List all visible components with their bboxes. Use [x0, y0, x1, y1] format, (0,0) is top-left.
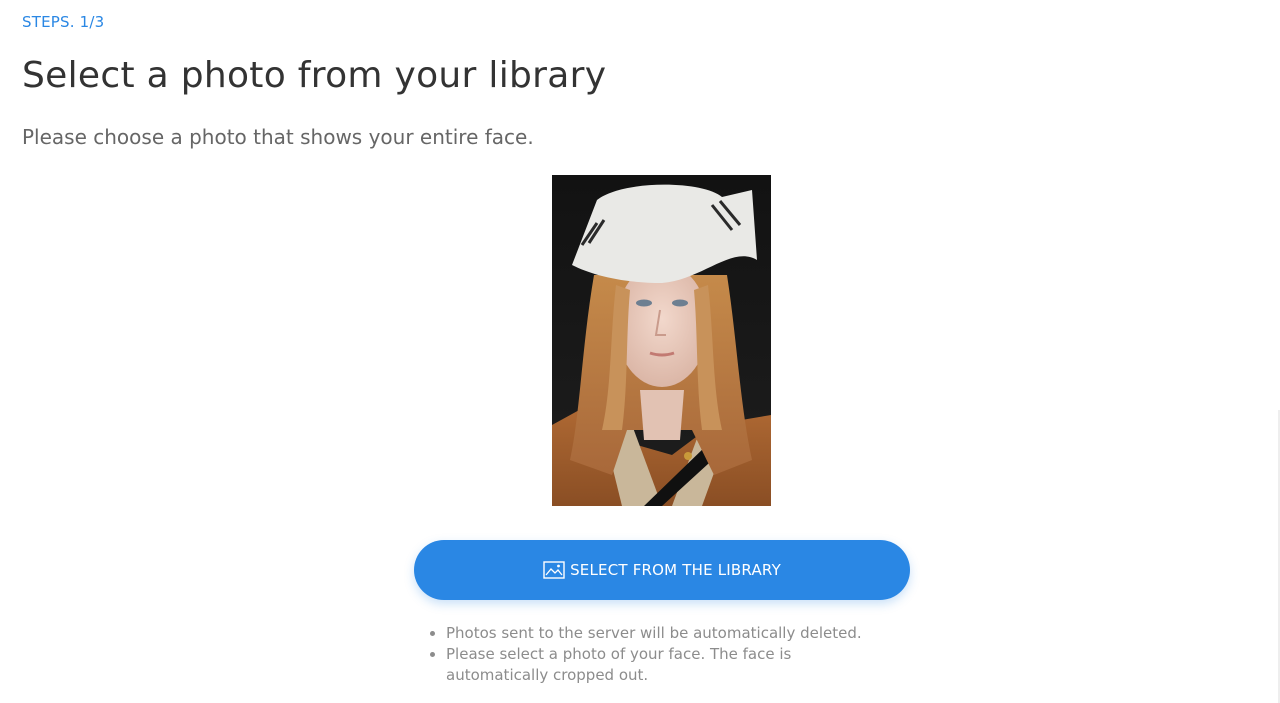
- page-title: Select a photo from your library: [22, 55, 607, 96]
- page-subtitle: Please choose a photo that shows your en…: [22, 125, 534, 149]
- notes-list: Photos sent to the server will be automa…: [428, 623, 898, 686]
- select-button-label: SELECT FROM THE LIBRARY: [570, 561, 781, 579]
- list-item: Photos sent to the server will be automa…: [428, 623, 898, 644]
- portrait-image: [552, 175, 771, 506]
- selected-photo-preview: [552, 175, 771, 506]
- list-item: Please select a photo of your face. The …: [428, 644, 898, 686]
- image-icon: [543, 561, 565, 579]
- page: STEPS. 1/3 Select a photo from your libr…: [0, 0, 1280, 703]
- step-indicator: STEPS. 1/3: [22, 13, 105, 31]
- select-from-library-button[interactable]: SELECT FROM THE LIBRARY: [414, 540, 910, 600]
